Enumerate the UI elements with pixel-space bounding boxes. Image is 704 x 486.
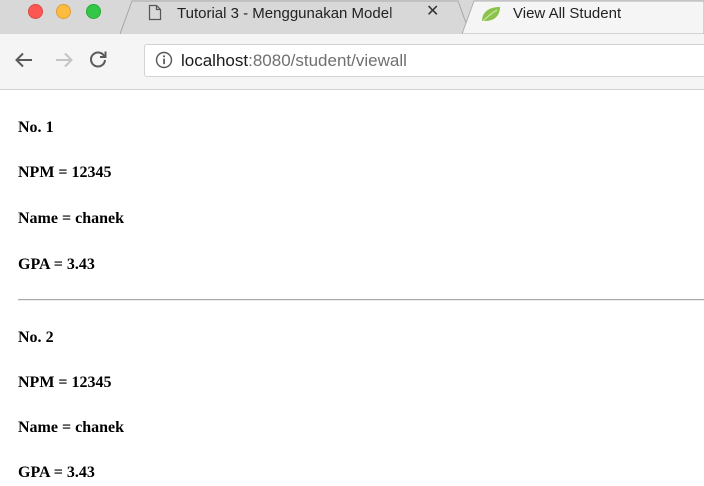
tab-title: View All Student [513, 5, 622, 22]
name-label: Name = [18, 419, 72, 436]
number-label: No. [18, 329, 42, 346]
number-value: 1 [45, 119, 54, 136]
tab-view-all-student[interactable]: View All Student [462, 0, 704, 34]
student-name: Name = chanek [18, 418, 124, 438]
close-window-button[interactable] [28, 4, 43, 19]
tab-tutorial-3[interactable]: Tutorial 3 - Menggunakan Model ✕ [120, 0, 470, 34]
npm-value: 12345 [71, 374, 112, 391]
tab-title: Tutorial 3 - Menggunakan Model [177, 5, 417, 22]
gpa-value: 3.43 [66, 256, 95, 273]
address-bar[interactable]: localhost:8080/student/viewall [144, 44, 704, 77]
close-tab-icon[interactable]: ✕ [426, 3, 439, 21]
student-npm: NPM = 12345 [18, 373, 112, 393]
gpa-value: 3.43 [66, 464, 95, 481]
url-text: localhost:8080/student/viewall [181, 50, 407, 71]
browser-toolbar: localhost:8080/student/viewall [0, 34, 704, 90]
maximize-window-button[interactable] [86, 4, 101, 19]
student-gpa: GPA = 3.43 [18, 463, 95, 483]
student-name: Name = chanek [18, 209, 124, 229]
name-value: chanek [75, 210, 125, 227]
forward-arrow-icon[interactable] [52, 48, 76, 72]
student-npm: NPM = 12345 [18, 163, 112, 183]
record-divider [18, 299, 704, 301]
number-label: No. [18, 119, 42, 136]
url-path: :8080/student/viewall [248, 51, 407, 70]
blank-page-icon [148, 4, 162, 21]
name-value: chanek [75, 419, 125, 436]
info-icon[interactable] [155, 51, 173, 69]
reload-icon[interactable] [86, 48, 110, 72]
number-value: 2 [45, 329, 54, 346]
npm-label: NPM = [18, 164, 68, 181]
student-number: No. 1 [18, 118, 54, 138]
gpa-label: GPA = [18, 256, 63, 273]
student-number: No. 2 [18, 328, 54, 348]
minimize-window-button[interactable] [56, 4, 71, 19]
npm-label: NPM = [18, 374, 68, 391]
back-arrow-icon[interactable] [12, 48, 36, 72]
npm-value: 12345 [71, 164, 112, 181]
student-gpa: GPA = 3.43 [18, 255, 95, 275]
url-host: localhost [181, 51, 249, 70]
spring-leaf-icon [482, 7, 500, 22]
gpa-label: GPA = [18, 464, 63, 481]
name-label: Name = [18, 210, 72, 227]
page-content: No. 1 NPM = 12345 Name = chanek GPA = 3.43 N… [0, 90, 704, 486]
